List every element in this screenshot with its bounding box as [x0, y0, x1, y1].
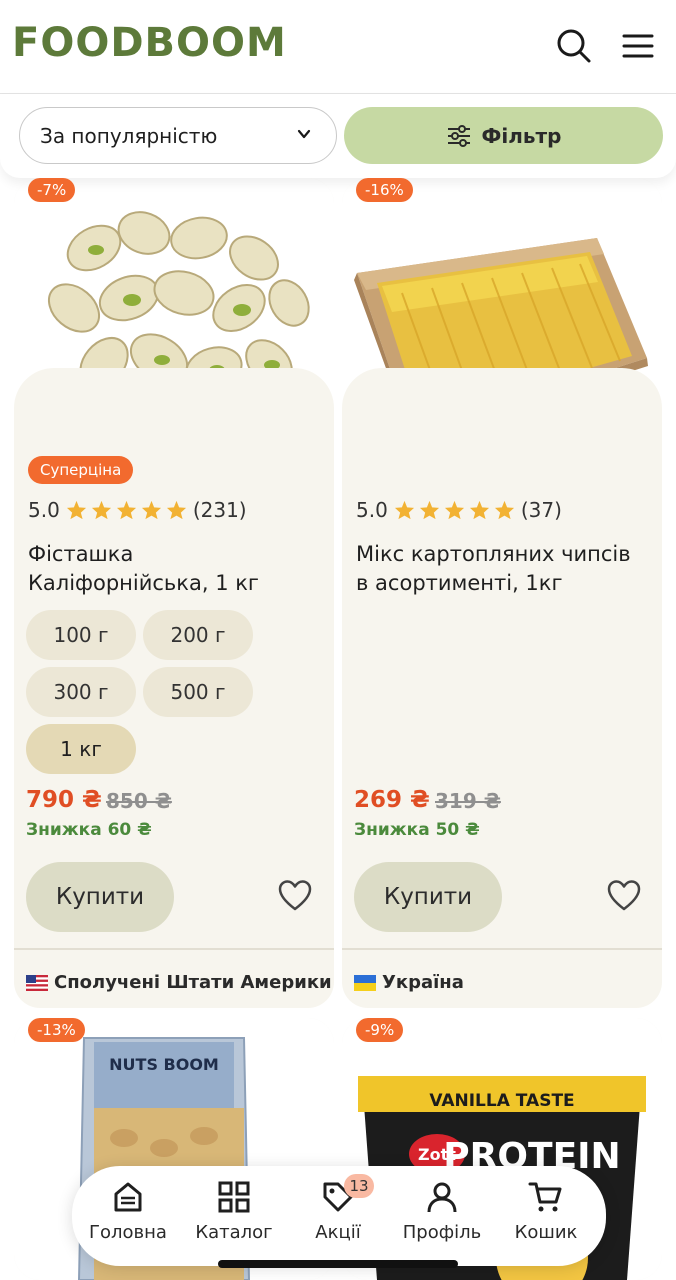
origin-country: Україна: [354, 972, 464, 993]
nav-catalog[interactable]: Каталог: [184, 1180, 284, 1243]
product-image-area: [14, 178, 334, 448]
foodboom-logo[interactable]: FOODBOOM: [12, 20, 287, 66]
logo-text: FOODBOOM: [12, 20, 287, 66]
nav-promos[interactable]: Акції 13: [288, 1174, 388, 1243]
sort-select[interactable]: За популярністю: [19, 107, 337, 164]
product-card[interactable]: -16% 5.0 (37) Мікс картопляних чипсів в …: [342, 178, 662, 1008]
product-name-line: Каліфорнійська, 1 кг: [28, 571, 259, 595]
filter-button[interactable]: Фільтр: [344, 107, 663, 164]
divider: [342, 948, 662, 950]
review-count: (37): [520, 498, 562, 522]
discount-amount: Знижка 50 ₴: [354, 820, 480, 840]
star-icon: [116, 500, 136, 520]
weight-option[interactable]: 200 г: [143, 610, 253, 660]
price: 790 ₴: [26, 787, 102, 813]
weight-option[interactable]: 100 г: [26, 610, 136, 660]
home-indicator: [218, 1260, 458, 1268]
star-icon: [66, 500, 86, 520]
ukraine-flag-icon: [354, 974, 376, 991]
review-count: (231): [192, 498, 247, 522]
weight-option[interactable]: 500 г: [143, 667, 253, 717]
discount-badge: -16%: [356, 178, 413, 202]
nav-label: Акції: [315, 1222, 361, 1243]
star-icon: [166, 500, 186, 520]
rating: 5.0 (37): [356, 498, 562, 522]
discount-badge: -13%: [28, 1018, 85, 1042]
star-icon: [394, 500, 414, 520]
discount-amount: Знижка 60 ₴: [26, 820, 152, 840]
product-name[interactable]: Мікс картопляних чипсів в асортименті, 1…: [356, 540, 631, 598]
product-name-line: Мікс картопляних чипсів: [356, 542, 631, 566]
product-card[interactable]: -7% Суперціна 5.0 (231) Фісташка Каліфор…: [14, 178, 334, 1008]
product-image-area: [342, 178, 662, 448]
discount-badge: -7%: [28, 178, 76, 202]
nav-label: Профіль: [402, 1222, 482, 1243]
bag-label: NUTS BOOM: [109, 1055, 219, 1074]
rating-stars: [66, 500, 187, 520]
bottom-nav: Головна Каталог Акції 13 Профіль Кошик: [72, 1166, 606, 1266]
nav-home[interactable]: Головна: [78, 1180, 178, 1243]
filter-label: Фільтр: [481, 123, 562, 148]
price: 269 ₴: [354, 787, 430, 813]
weight-option[interactable]: 300 г: [26, 667, 136, 717]
promo-badge: Суперціна: [28, 456, 134, 484]
star-icon: [141, 500, 161, 520]
star-icon: [91, 500, 111, 520]
product-name-line: в асортименті, 1кг: [356, 571, 563, 595]
star-icon: [469, 500, 489, 520]
cart-icon: [528, 1182, 562, 1212]
rating-value: 5.0: [28, 498, 60, 522]
sort-label: За популярністю: [40, 123, 218, 148]
search-icon[interactable]: [554, 24, 594, 68]
grid-icon: [218, 1181, 250, 1213]
product-name-line: Фісташка: [28, 542, 134, 566]
old-price: 319 ₴: [435, 789, 501, 813]
promo-count-badge: 13: [344, 1174, 374, 1198]
star-icon: [444, 500, 464, 520]
rating-value: 5.0: [356, 498, 388, 522]
usa-flag-icon: [26, 974, 48, 991]
user-icon: [427, 1182, 457, 1213]
sort-filter-bar: За популярністю Фільтр: [0, 94, 676, 178]
nav-label: Каталог: [195, 1222, 273, 1243]
discount-badge: -9%: [356, 1018, 404, 1042]
menu-icon[interactable]: [618, 24, 658, 68]
buy-button[interactable]: Купити: [354, 862, 502, 932]
star-icon: [494, 500, 514, 520]
heart-icon[interactable]: [606, 878, 642, 914]
nav-label: Головна: [89, 1222, 167, 1243]
package-text: VANILLA TASTE: [429, 1091, 574, 1111]
nav-label: Кошик: [514, 1222, 578, 1243]
buy-button[interactable]: Купити: [26, 862, 174, 932]
product-name[interactable]: Фісташка Каліфорнійська, 1 кг: [28, 540, 259, 598]
old-price: 850 ₴: [106, 789, 172, 813]
origin-label: Україна: [382, 972, 464, 993]
app-header: FOODBOOM: [0, 0, 676, 94]
divider: [14, 948, 334, 950]
origin-country: Сполучені Штати Америки: [26, 972, 332, 993]
origin-label: Сполучені Штати Америки: [54, 972, 332, 993]
star-icon: [419, 500, 439, 520]
nav-cart[interactable]: Кошик: [496, 1180, 596, 1243]
rating: 5.0 (231): [28, 498, 247, 522]
heart-icon[interactable]: [277, 878, 313, 914]
weight-option-selected[interactable]: 1 кг: [26, 724, 136, 774]
rating-stars: [394, 500, 515, 520]
sliders-icon: [447, 124, 470, 147]
chevron-down-icon: [297, 129, 311, 139]
home-icon: [114, 1182, 142, 1212]
nav-profile[interactable]: Профіль: [392, 1180, 492, 1243]
